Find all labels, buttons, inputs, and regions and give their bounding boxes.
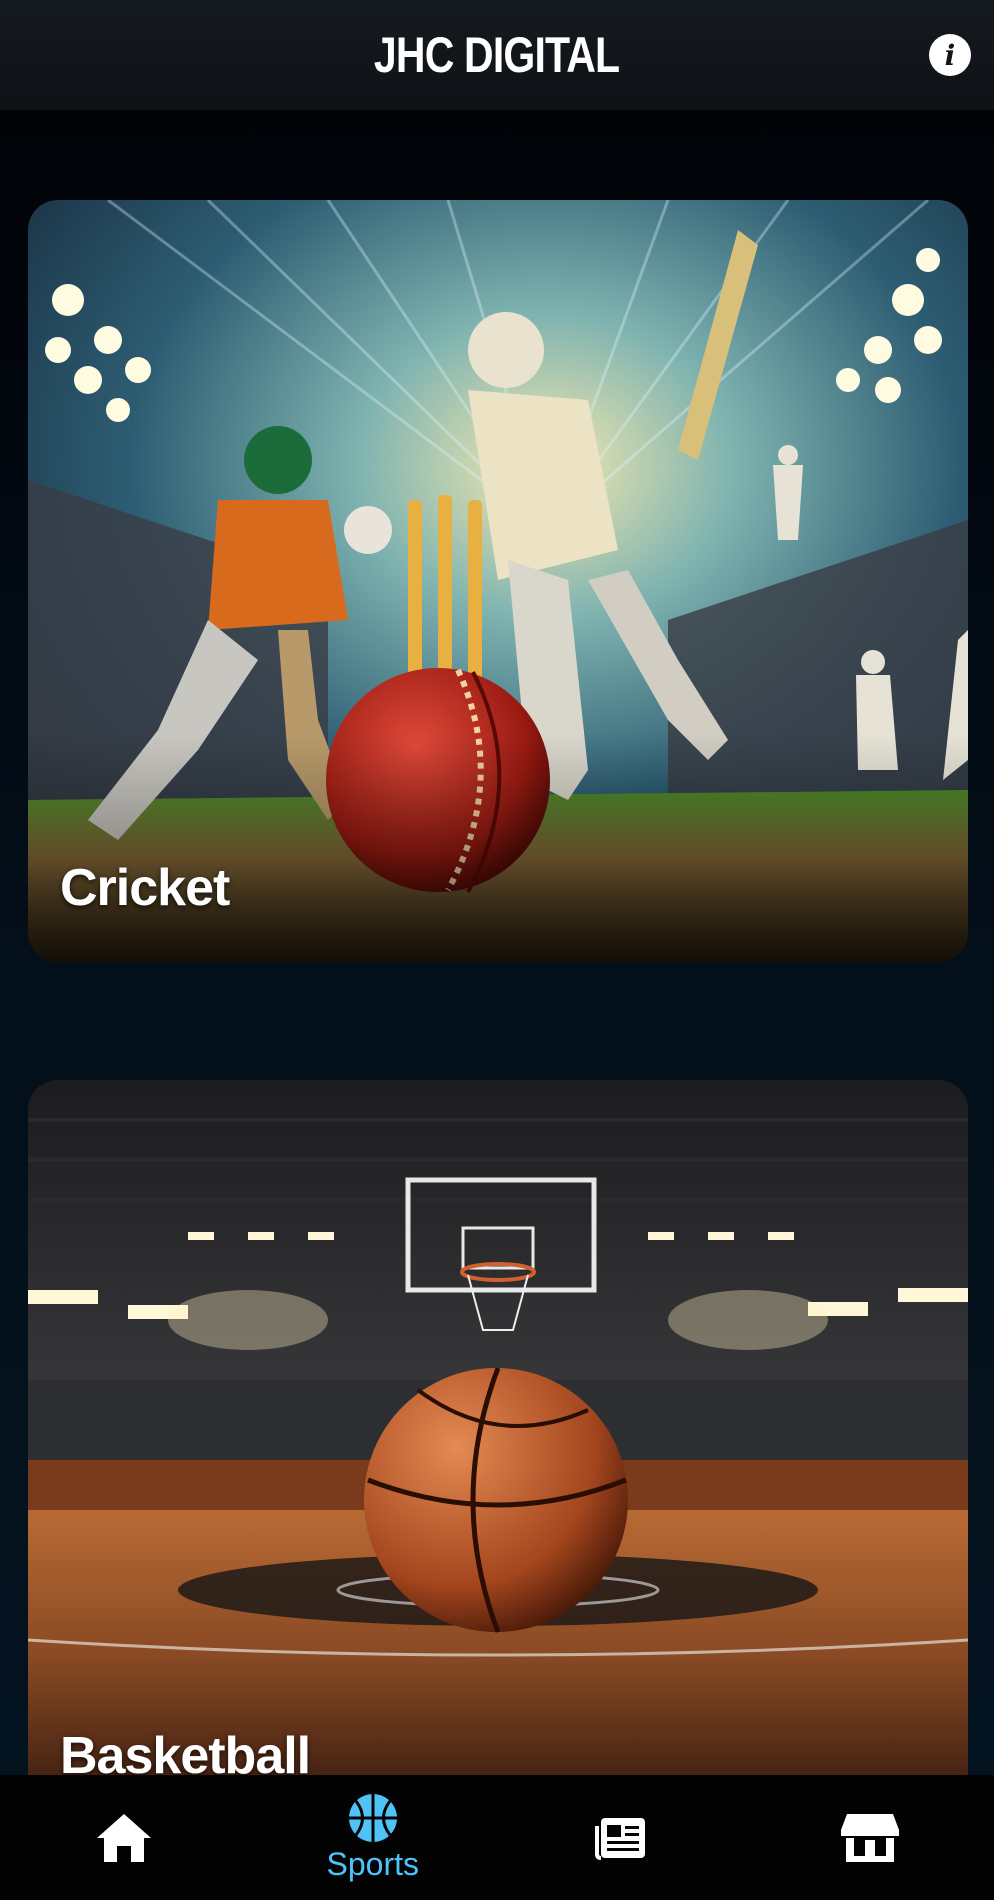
newspaper-icon [595, 1817, 646, 1860]
basketball-card[interactable]: Basketball [28, 1080, 968, 1775]
home-icon [97, 1813, 152, 1862]
info-icon[interactable]: i [929, 34, 971, 76]
cricket-label: Cricket [60, 859, 230, 917]
nav-store[interactable] [746, 1775, 994, 1900]
store-icon [840, 1813, 899, 1862]
nav-sports-label: Sports [326, 1846, 419, 1882]
cricket-image [28, 200, 968, 962]
app-header: JHC DIGITAL i [0, 0, 994, 110]
basketball-label: Basketball [60, 1727, 311, 1775]
cricket-card[interactable]: Cricket [28, 200, 968, 962]
sports-list[interactable]: Cricket Basketball [0, 110, 994, 1775]
app-title: JHC DIGITAL [374, 27, 620, 83]
nav-sports[interactable]: Sports [249, 1775, 498, 1900]
nav-home[interactable] [0, 1775, 249, 1900]
nav-news[interactable] [497, 1775, 746, 1900]
basketball-image [28, 1080, 968, 1775]
basketball-icon [348, 1794, 397, 1842]
bottom-nav: Sports [0, 1775, 994, 1900]
